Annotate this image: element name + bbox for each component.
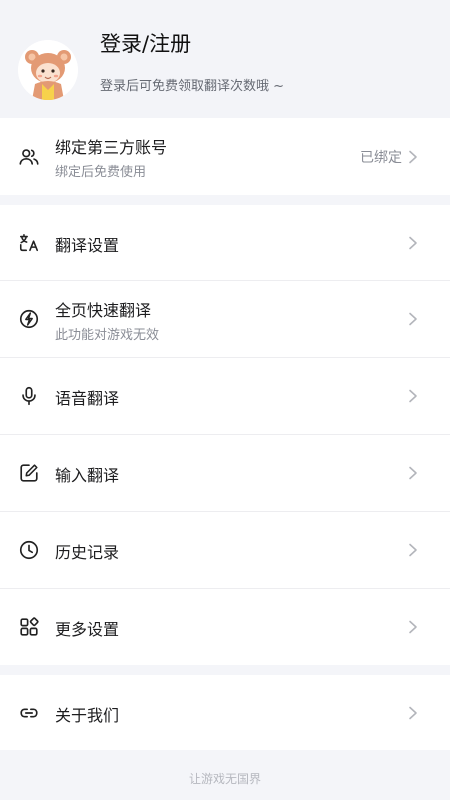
chevron-right-icon bbox=[409, 543, 417, 557]
chevron-right-icon bbox=[409, 312, 417, 326]
profile-header[interactable]: 登录/注册 登录后可免费领取翻译次数哦 ~ bbox=[0, 0, 450, 118]
menu-label: 语音翻译 bbox=[55, 389, 120, 408]
about-us-label: 关于我们 bbox=[55, 706, 120, 725]
menu-item-more-settings[interactable]: 更多设置 bbox=[0, 589, 450, 665]
bind-status-text: 已绑定 bbox=[360, 150, 402, 166]
bind-account-sub: 绑定后免费使用 bbox=[55, 165, 147, 180]
login-register-title[interactable]: 登录/注册 bbox=[100, 28, 191, 58]
clock-icon bbox=[19, 540, 39, 560]
edit-icon bbox=[20, 464, 38, 482]
avatar[interactable] bbox=[18, 40, 78, 100]
bind-account-row[interactable]: 绑定第三方账号 绑定后免费使用 已绑定 bbox=[0, 118, 450, 195]
menu-label: 输入翻译 bbox=[55, 466, 120, 485]
users-icon bbox=[19, 149, 39, 165]
menu-label: 历史记录 bbox=[55, 543, 120, 562]
menu-item-fast-translate[interactable]: 全页快速翻译 此功能对游戏无效 bbox=[0, 281, 450, 357]
chevron-right-icon bbox=[409, 706, 417, 720]
chevron-right-icon bbox=[409, 236, 417, 250]
about-us-row[interactable]: 关于我们 bbox=[0, 675, 450, 750]
microphone-icon bbox=[22, 386, 36, 406]
menu-item-history[interactable]: 历史记录 bbox=[0, 512, 450, 588]
menu-item-voice-translate[interactable]: 语音翻译 bbox=[0, 358, 450, 434]
footer-slogan: 让游戏无国界 bbox=[188, 772, 261, 786]
chevron-right-icon bbox=[409, 620, 417, 634]
translate-icon bbox=[19, 233, 39, 252]
bind-account-label: 绑定第三方账号 bbox=[55, 138, 168, 157]
login-subtitle: 登录后可免费领取翻译次数哦 ~ bbox=[100, 79, 285, 94]
menu-label: 翻译设置 bbox=[55, 236, 120, 255]
menu-item-input-translate[interactable]: 输入翻译 bbox=[0, 435, 450, 511]
chevron-right-icon bbox=[409, 150, 417, 164]
link-icon bbox=[20, 708, 38, 718]
chevron-right-icon bbox=[409, 389, 417, 403]
menu-label: 全页快速翻译 bbox=[55, 301, 152, 320]
bear-avatar-icon bbox=[18, 40, 78, 100]
grid-icon bbox=[20, 617, 39, 636]
chevron-right-icon bbox=[409, 466, 417, 480]
menu-sub: 此功能对游戏无效 bbox=[55, 328, 160, 343]
menu-label: 更多设置 bbox=[55, 620, 120, 639]
menu-item-translate-settings[interactable]: 翻译设置 bbox=[0, 205, 450, 280]
fast-translate-icon bbox=[19, 309, 39, 329]
